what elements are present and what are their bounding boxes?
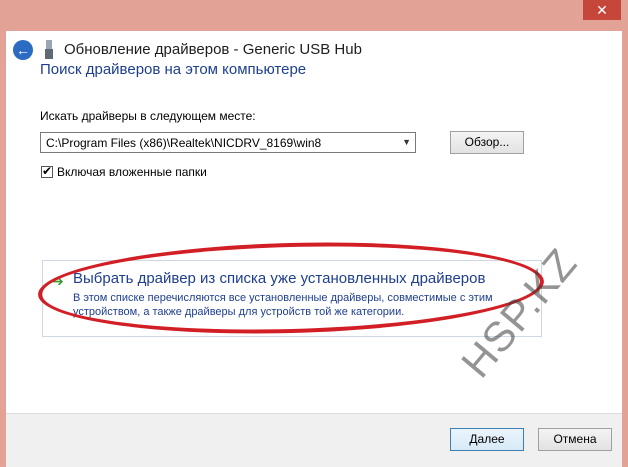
usb-device-icon bbox=[45, 40, 53, 59]
window-title: Обновление драйверов - Generic USB Hub bbox=[64, 41, 362, 58]
chevron-down-icon[interactable]: ▼ bbox=[402, 137, 411, 147]
cancel-button[interactable]: Отмена bbox=[538, 428, 612, 451]
search-location-label: Искать драйверы в следующем месте: bbox=[40, 109, 256, 123]
page-heading: Поиск драйверов на этом компьютере bbox=[40, 61, 307, 78]
driver-path-value: C:\Program Files (x86)\Realtek\NICDRV_81… bbox=[46, 136, 322, 150]
check-icon: ✔ bbox=[42, 164, 53, 178]
back-arrow-icon: ← bbox=[16, 42, 30, 58]
browse-button[interactable]: Обзор... bbox=[450, 131, 524, 154]
include-subfolders-checkbox[interactable]: ✔ bbox=[41, 164, 53, 178]
next-button[interactable]: Далее bbox=[450, 428, 524, 451]
dialog-content: ← Обновление драйверов - Generic USB Hub bbox=[6, 31, 622, 413]
dialog-footer bbox=[6, 413, 622, 467]
driver-path-combobox[interactable]: C:\Program Files (x86)\Realtek\NICDRV_81… bbox=[40, 132, 416, 153]
include-subfolders-label[interactable]: Включая вложенные папки bbox=[57, 165, 207, 179]
back-button[interactable]: ← bbox=[13, 40, 33, 60]
close-button[interactable]: ✕ bbox=[583, 0, 621, 20]
